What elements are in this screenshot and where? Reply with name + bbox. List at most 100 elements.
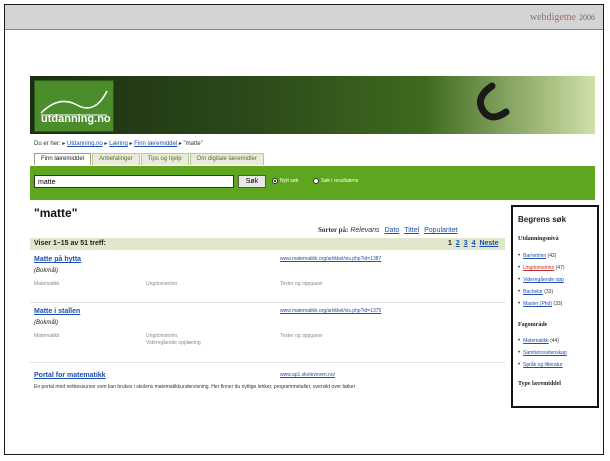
breadcrumb-link-utdanning[interactable]: Utdanning.no bbox=[67, 141, 103, 147]
facet-heading-subject: Fagområde bbox=[518, 322, 548, 328]
page-3[interactable]: 3 bbox=[464, 240, 468, 247]
search-button[interactable]: Søk bbox=[238, 175, 266, 188]
breadcrumb-link-laering[interactable]: Læring bbox=[109, 141, 128, 147]
breadcrumb-prefix: Du er her: bbox=[34, 141, 61, 147]
facet-item[interactable]: • Matematikk (44) bbox=[518, 338, 559, 344]
refine-search-panel: Begrens søk Utdanningsnivå • Barnetrinn (… bbox=[511, 205, 599, 408]
result-item: Matte i stallen www.matematikk.org/artik… bbox=[34, 308, 504, 360]
brand-suffix: digetne bbox=[546, 12, 576, 23]
result-level: Ungdomstrinn bbox=[146, 281, 178, 287]
result-url-link[interactable]: www.matematikk.org/artikkel/vis.php?id=1… bbox=[280, 256, 381, 262]
radio-dot-icon bbox=[272, 178, 278, 184]
facet-item[interactable]: • Språk og litteratur bbox=[518, 362, 563, 368]
facet-item[interactable]: • Samfunnsvitenskap bbox=[518, 350, 567, 356]
result-divider bbox=[30, 362, 505, 363]
bullet-icon: • bbox=[518, 362, 521, 368]
facet-item[interactable]: • Barnetrinn (42) bbox=[518, 253, 556, 259]
facet-heading-type: Type læremiddel bbox=[518, 381, 561, 387]
sort-current: Relevans bbox=[350, 227, 380, 234]
facet-link[interactable]: Matematikk bbox=[523, 338, 549, 344]
radio-label: Søk i resultatene bbox=[321, 178, 359, 184]
breadcrumb-link-finn-laeremiddel[interactable]: Finn læremiddel bbox=[134, 141, 177, 147]
result-subject: Matematikk bbox=[34, 281, 60, 287]
breadcrumb: Du er her: ▸ Utdanning.no ▸ Læring ▸ Fin… bbox=[34, 141, 203, 147]
result-type: Tester og oppgaver bbox=[280, 281, 323, 287]
facet-count: (33) bbox=[544, 289, 554, 295]
result-title-link[interactable]: Matte i stallen bbox=[34, 308, 80, 315]
pager: 1 2 3 4 Neste bbox=[448, 240, 501, 247]
radio-search-in-results[interactable]: Søk i resultatene bbox=[313, 178, 359, 184]
facet-link[interactable]: Videregående opp bbox=[523, 277, 564, 283]
facet-link[interactable]: Språk og litteratur bbox=[523, 362, 562, 368]
result-divider bbox=[30, 302, 505, 303]
brand-mark: webdigetne 2006 bbox=[530, 12, 595, 23]
sort-option-date[interactable]: Dato bbox=[385, 227, 400, 234]
bullet-icon: • bbox=[518, 289, 521, 295]
search-bar: matte Søk Nytt søk Søk i resultatene bbox=[30, 166, 595, 200]
facet-item[interactable]: • Bachelor (33) bbox=[518, 289, 553, 295]
header-separator bbox=[5, 29, 603, 30]
sort-label: Sorter på: bbox=[318, 226, 349, 234]
result-type: Tester og oppgaver bbox=[280, 333, 323, 339]
tab-tips-og-hjelp[interactable]: Tips og hjelp bbox=[140, 153, 189, 165]
radio-new-search[interactable]: Nytt søk bbox=[272, 178, 298, 184]
tab-anbefalinger[interactable]: Anbefalinger bbox=[92, 153, 140, 165]
result-item: Portal for matematikk www.ap1.skoleveven… bbox=[34, 372, 504, 398]
bullet-icon: • bbox=[518, 338, 521, 344]
facet-count: (44) bbox=[550, 338, 559, 344]
tab-bar: Finn læremiddel Anbefalinger Tips og hje… bbox=[34, 153, 265, 165]
sort-option-title[interactable]: Tittel bbox=[404, 227, 419, 234]
result-level-2: Videregående opplæring bbox=[146, 340, 201, 346]
logo-text: utdanning.no bbox=[41, 113, 111, 125]
bullet-icon: • bbox=[518, 350, 521, 356]
refine-search-inner: Begrens søk Utdanningsnivå • Barnetrinn (… bbox=[513, 207, 597, 406]
facet-item[interactable]: • Master (Phd) (33) bbox=[518, 301, 562, 307]
next-page-link[interactable]: Neste bbox=[479, 240, 498, 247]
result-language: (Bokmål) bbox=[34, 320, 59, 326]
result-url-link[interactable]: www.matematikk.org/artikkel/vis.php?id=1… bbox=[280, 308, 381, 314]
result-language: (Bokmål) bbox=[34, 268, 59, 274]
result-item: Matte på hytta www.matematikk.org/artikk… bbox=[34, 256, 504, 301]
facet-count: (33) bbox=[553, 301, 563, 307]
facet-count: (47) bbox=[555, 265, 565, 271]
bullet-icon: • bbox=[518, 265, 521, 271]
result-subject: Matematikk bbox=[34, 333, 60, 339]
radio-dot-icon bbox=[313, 178, 319, 184]
query-title: "matte" bbox=[34, 206, 78, 220]
refine-search-title: Begrens søk bbox=[518, 215, 567, 224]
site-banner: utdanning.no bbox=[30, 76, 595, 134]
sort-option-popularity[interactable]: Popularitet bbox=[424, 227, 457, 234]
facet-item[interactable]: • Videregående opp bbox=[518, 277, 564, 283]
page-4[interactable]: 4 bbox=[472, 240, 476, 247]
radio-label: Nytt søk bbox=[280, 178, 299, 184]
search-input[interactable]: matte bbox=[34, 175, 234, 188]
facet-link[interactable]: Samfunnsvitenskap bbox=[523, 350, 567, 356]
facet-link[interactable]: Ungdomstrinn bbox=[523, 265, 554, 271]
result-url-link[interactable]: www.ap1.skoleveven.no/ bbox=[280, 372, 335, 378]
bullet-icon: • bbox=[518, 253, 521, 259]
result-title-link[interactable]: Portal for matematikk bbox=[34, 372, 106, 379]
result-description: En portal med nettressurser som kan bruk… bbox=[34, 384, 356, 390]
brand-year: 2006 bbox=[579, 13, 595, 22]
slide-header: webdigetne 2006 bbox=[5, 5, 603, 29]
facet-link[interactable]: Master (Phd) bbox=[523, 301, 552, 307]
breadcrumb-current: "matte" bbox=[183, 141, 203, 147]
tab-om-digitale-laeremidler[interactable]: Om digitale læremidler bbox=[189, 153, 264, 165]
site-logo[interactable]: utdanning.no bbox=[34, 80, 114, 132]
results-count: Viser 1–15 av 51 treff: bbox=[34, 240, 106, 247]
banner-hook-icon bbox=[476, 82, 510, 121]
facet-heading-level: Utdanningsnivå bbox=[518, 236, 559, 242]
bullet-icon: • bbox=[518, 277, 521, 283]
facet-link[interactable]: Bachelor bbox=[523, 289, 543, 295]
facet-item[interactable]: • Ungdomstrinn (47) bbox=[518, 265, 565, 271]
facet-link[interactable]: Barnetrinn bbox=[523, 253, 546, 259]
page-2[interactable]: 2 bbox=[456, 240, 460, 247]
brand-prefix: web bbox=[529, 12, 547, 23]
tab-finn-laeremiddel[interactable]: Finn læremiddel bbox=[34, 153, 92, 165]
bullet-icon: • bbox=[518, 301, 521, 307]
results-count-bar: Viser 1–15 av 51 treff: 1 2 3 4 Neste bbox=[30, 238, 505, 250]
facet-count: (42) bbox=[547, 253, 557, 259]
result-title-link[interactable]: Matte på hytta bbox=[34, 256, 81, 263]
page-1: 1 bbox=[448, 240, 452, 247]
sort-row: Sorter på: Relevans Dato Tittel Populari… bbox=[318, 226, 458, 234]
